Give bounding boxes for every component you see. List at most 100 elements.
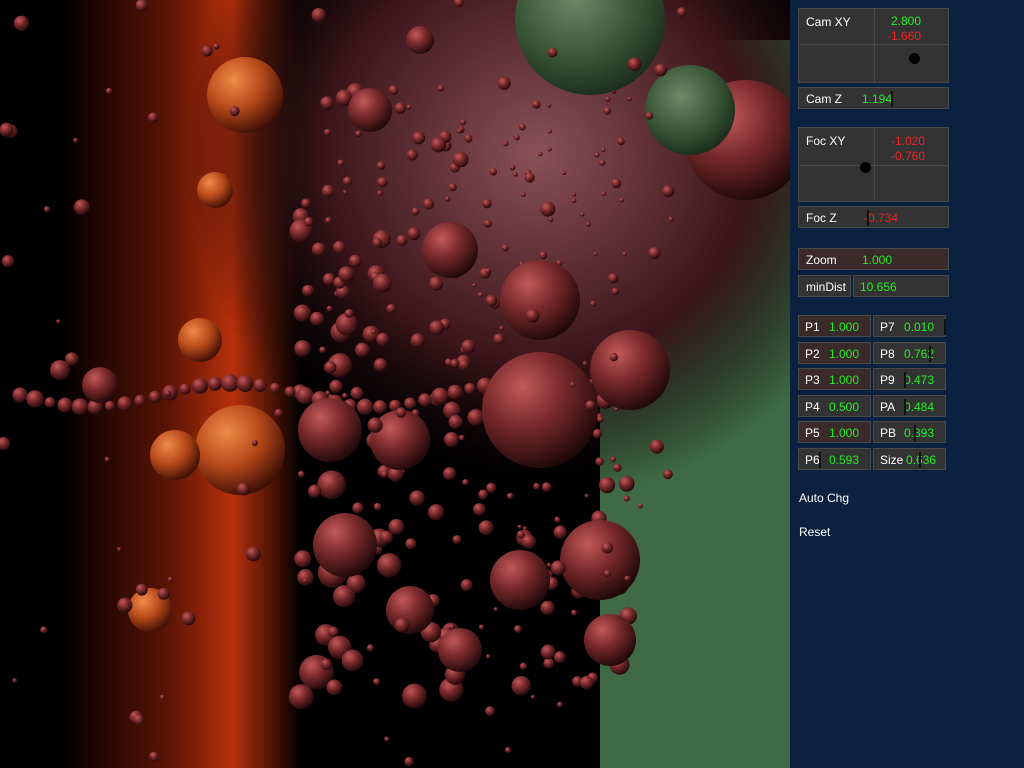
fractal-sphere <box>341 649 364 672</box>
param-marker <box>919 451 921 468</box>
foc-z-slider[interactable]: Foc Z -0.734 <box>798 206 949 228</box>
cam-z-marker <box>891 91 893 107</box>
zoom-label: Zoom <box>806 253 837 267</box>
reset-button[interactable]: Reset <box>799 525 830 539</box>
cam-z-slider[interactable]: Cam Z 1.194 <box>798 87 949 109</box>
fractal-sphere <box>355 342 370 358</box>
fractal-sphere <box>622 251 627 257</box>
fractal-sphere <box>584 493 589 498</box>
fractal-sphere <box>313 513 377 577</box>
fractal-sphere <box>133 714 145 726</box>
fractal-sphere <box>293 304 311 322</box>
cam-xy-handle[interactable] <box>909 53 920 64</box>
fractal-sphere <box>676 7 687 17</box>
fractal-sphere <box>179 383 191 395</box>
fractal-sphere <box>338 266 355 283</box>
fractal-sphere <box>500 260 580 340</box>
fractal-sphere <box>350 386 364 400</box>
fractal-sphere <box>590 300 596 307</box>
fractal-sphere <box>501 244 509 252</box>
fractal-sphere <box>598 476 616 494</box>
param-value: 0.473 <box>904 373 935 387</box>
param-slider-p9[interactable]: P9 0.473 <box>873 368 946 390</box>
param-slider-p5[interactable]: P5 1.000 <box>798 421 871 443</box>
param-slider-p7[interactable]: P7 0.010 <box>873 315 946 337</box>
min-dist-value: 10.656 <box>860 280 897 294</box>
fractal-sphere <box>452 151 469 168</box>
zoom-value: 1.000 <box>862 253 893 267</box>
fractal-sphere <box>554 516 561 523</box>
min-dist-slider[interactable]: 10.656 <box>853 275 949 297</box>
fractal-sphere <box>325 390 331 396</box>
param-label: Size <box>880 452 904 467</box>
fractal-sphere <box>438 628 482 672</box>
zoom-slider[interactable]: Zoom 1.000 <box>798 248 949 270</box>
fractal-sphere <box>603 107 612 115</box>
fractal-sphere <box>326 305 333 312</box>
fractal-sphere <box>40 626 48 634</box>
fractal-sphere <box>320 96 334 110</box>
fractal-sphere <box>294 550 312 568</box>
auto-change-button[interactable]: Auto Chg <box>799 491 849 505</box>
fractal-sphere <box>497 76 511 91</box>
fractal-sphere <box>332 585 356 608</box>
param-marker <box>944 319 946 335</box>
param-slider-p2[interactable]: P2 1.000 <box>798 341 871 364</box>
fractal-sphere <box>605 96 611 102</box>
param-slider-pa[interactable]: PA 0.484 <box>873 394 946 417</box>
fractal-sphere <box>537 151 543 157</box>
fractal-sphere <box>388 518 405 535</box>
fractal-sphere <box>104 456 110 463</box>
fractal-sphere <box>431 387 449 405</box>
fractal-sphere <box>195 405 285 495</box>
fractal-sphere <box>253 378 267 392</box>
param-label: P5 <box>805 426 820 440</box>
fractal-sphere <box>104 400 116 412</box>
param-slider-p4[interactable]: P4 0.500 <box>798 394 871 417</box>
fractal-sphere <box>532 100 541 109</box>
fractal-sphere <box>611 178 622 189</box>
fractal-sphere <box>57 397 73 413</box>
param-label: PB <box>880 426 897 440</box>
fractal-sphere <box>221 374 239 392</box>
fractal-sphere <box>546 562 552 568</box>
param-slider-p8[interactable]: P8 0.762 <box>873 341 946 364</box>
foc-xy-pad[interactable]: Foc XY -1.020 -0.760 <box>798 127 949 202</box>
fractal-sphere <box>464 382 476 395</box>
fractal-sphere <box>71 398 89 415</box>
fractal-sphere <box>582 361 588 366</box>
cam-y-value: -1.660 <box>887 29 922 43</box>
param-slider-p3[interactable]: P3 1.000 <box>798 368 871 390</box>
fractal-sphere <box>322 272 336 286</box>
fractal-viewport[interactable] <box>0 0 790 768</box>
fractal-sphere <box>405 538 417 550</box>
param-slider-size[interactable]: Size 0.636 <box>873 447 946 470</box>
fractal-sphere <box>430 136 447 153</box>
param-label: P2 <box>805 346 820 361</box>
param-slider-p1[interactable]: P1 1.000 <box>798 315 871 337</box>
fractal-sphere <box>167 576 173 583</box>
fractal-sphere <box>296 386 314 405</box>
cam-xy-pad[interactable]: Cam XY 2.800 -1.660 <box>798 8 949 83</box>
fractal-sphere <box>274 408 283 418</box>
fractal-sphere <box>521 534 536 549</box>
fractal-sphere <box>437 84 445 92</box>
fractal-sphere <box>320 658 332 670</box>
fractal-sphere <box>627 57 642 72</box>
fractal-sphere <box>373 678 381 686</box>
fractal-sphere <box>422 198 434 210</box>
fractal-sphere <box>373 502 382 511</box>
fractal-sphere <box>269 382 281 394</box>
foc-xy-handle[interactable] <box>860 162 871 173</box>
param-label: P9 <box>880 373 895 387</box>
fractal-sphere <box>376 161 386 170</box>
fractal-sphere <box>352 502 364 514</box>
fractal-sphere <box>550 560 566 576</box>
param-slider-p6[interactable]: P6 0.593 <box>798 447 871 470</box>
foc-xy-label: Foc XY <box>806 134 846 148</box>
param-label: P8 <box>880 346 895 361</box>
fractal-sphere <box>150 430 200 480</box>
fractal-sphere <box>460 579 473 591</box>
fractal-sphere <box>603 569 611 578</box>
param-slider-pb[interactable]: PB 0.393 <box>873 421 946 443</box>
